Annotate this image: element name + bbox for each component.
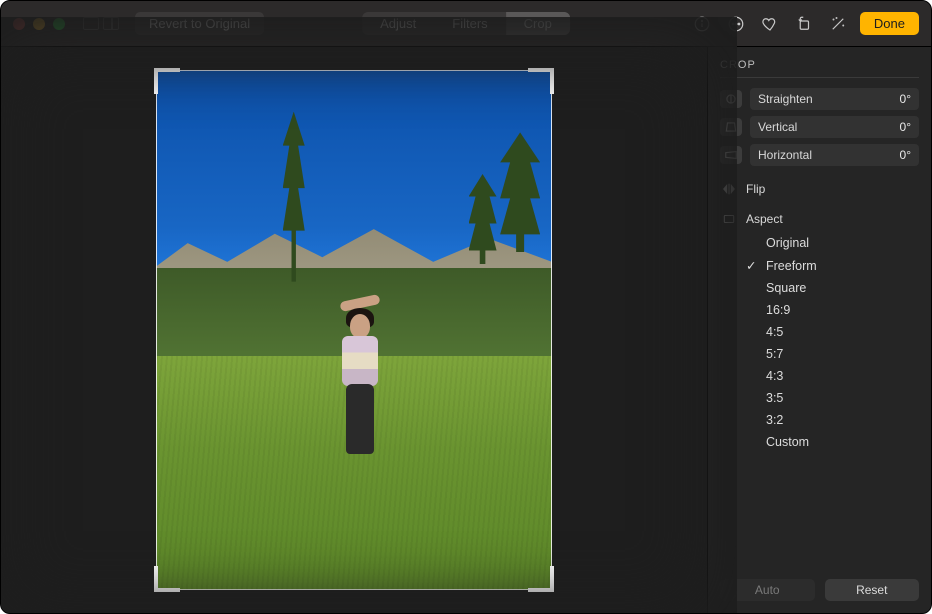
favorite-icon[interactable]	[758, 12, 782, 36]
aspect-label: Aspect	[746, 212, 783, 226]
crop-frame[interactable]	[156, 70, 552, 590]
sidebar-title: CROP	[720, 59, 919, 78]
toolbar-right: Done	[690, 12, 919, 36]
rotate-icon[interactable]	[792, 12, 816, 36]
param-label: Straighten	[758, 92, 813, 106]
sidebar-footer: Auto Reset	[720, 569, 919, 601]
photo-preview	[156, 70, 552, 590]
param-value: 0°	[900, 92, 911, 106]
split-view-toggle[interactable]	[103, 17, 119, 30]
reset-button[interactable]: Reset	[825, 579, 920, 601]
aspect-option-3-5[interactable]: 3:5	[746, 391, 919, 405]
aspect-option-16-9[interactable]: 16:9	[746, 303, 919, 317]
aspect-option-5-7[interactable]: 5:7	[746, 347, 919, 361]
param-label: Horizontal	[758, 148, 812, 162]
aspect-options: Original ✓ Freeform Square 16:9 4:5	[746, 236, 919, 449]
aspect-option-label: 4:5	[766, 325, 783, 339]
horizontal-perspective-icon	[720, 146, 742, 164]
crop-handle-top-right[interactable]	[528, 68, 554, 94]
crop-sidebar: CROP Straighten 0° Vertical 0°	[707, 47, 931, 613]
aspect-option-freeform[interactable]: ✓ Freeform	[746, 258, 919, 273]
aspect-option-label: Freeform	[766, 259, 817, 273]
aspect-icon	[720, 212, 738, 226]
view-toggle-group	[83, 17, 119, 30]
titlebar: Revert to Original Adjust Filters Crop D…	[1, 1, 931, 47]
aspect-option-label: 4:3	[766, 369, 783, 383]
flip-icon	[720, 182, 738, 196]
aspect-option-original[interactable]: Original	[746, 236, 919, 250]
crop-handle-top-left[interactable]	[154, 68, 180, 94]
auto-button[interactable]: Auto	[720, 579, 815, 601]
aspect-option-4-3[interactable]: 4:3	[746, 369, 919, 383]
vertical-perspective-icon	[720, 118, 742, 136]
crop-handle-bottom-right[interactable]	[528, 566, 554, 592]
flip-row[interactable]: Flip	[720, 182, 919, 196]
edit-mode-tabs: Adjust Filters Crop	[362, 12, 570, 35]
tab-filters[interactable]: Filters	[434, 12, 505, 35]
param-vertical[interactable]: Vertical 0°	[720, 116, 919, 138]
straighten-icon	[720, 90, 742, 108]
param-straighten[interactable]: Straighten 0°	[720, 88, 919, 110]
aspect-option-label: 3:5	[766, 391, 783, 405]
aspect-option-label: 5:7	[766, 347, 783, 361]
param-value: 0°	[900, 148, 911, 162]
canvas-area[interactable]	[1, 47, 707, 613]
aspect-option-4-5[interactable]: 4:5	[746, 325, 919, 339]
flip-label: Flip	[746, 182, 765, 196]
aspect-row[interactable]: Aspect	[720, 212, 919, 226]
tab-crop[interactable]: Crop	[506, 12, 570, 35]
close-window-button[interactable]	[13, 18, 25, 30]
more-icon[interactable]	[724, 12, 748, 36]
window-controls	[13, 18, 65, 30]
aspect-option-square[interactable]: Square	[746, 281, 919, 295]
aspect-option-label: 16:9	[766, 303, 790, 317]
crop-handle-bottom-left[interactable]	[154, 566, 180, 592]
aspect-option-label: 3:2	[766, 413, 783, 427]
param-value: 0°	[900, 120, 911, 134]
auto-enhance-icon[interactable]	[826, 12, 850, 36]
done-button[interactable]: Done	[860, 12, 919, 35]
aspect-option-custom[interactable]: Custom	[746, 435, 919, 449]
param-label: Vertical	[758, 120, 797, 134]
param-horizontal[interactable]: Horizontal 0°	[720, 144, 919, 166]
minimize-window-button[interactable]	[33, 18, 45, 30]
fullscreen-window-button[interactable]	[53, 18, 65, 30]
photos-edit-window: Revert to Original Adjust Filters Crop D…	[0, 0, 932, 614]
check-icon: ✓	[746, 258, 758, 273]
aspect-option-label: Original	[766, 236, 809, 250]
main-area: CROP Straighten 0° Vertical 0°	[1, 47, 931, 613]
single-view-toggle[interactable]	[83, 17, 99, 30]
aspect-option-label: Custom	[766, 435, 809, 449]
aspect-option-label: Square	[766, 281, 806, 295]
revert-button[interactable]: Revert to Original	[135, 12, 264, 35]
info-icon[interactable]	[690, 12, 714, 36]
tab-adjust[interactable]: Adjust	[362, 12, 434, 35]
aspect-option-3-2[interactable]: 3:2	[746, 413, 919, 427]
